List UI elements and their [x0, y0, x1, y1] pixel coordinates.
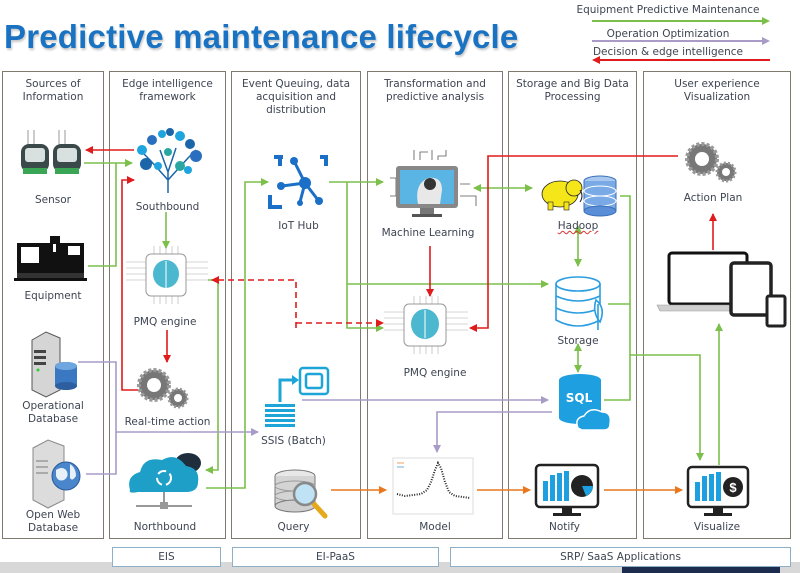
label-ssis-batch: SSIS (Batch): [261, 435, 326, 447]
flow-sql-to-model: [433, 411, 552, 453]
flow-pmq-to-northbound: [205, 279, 219, 474]
flow-pmq-cloud-to-pmq-edge: [211, 276, 297, 328]
footer-ei-paas: EI-PaaS: [232, 547, 439, 567]
flow-openweb-db-to-line: [86, 432, 117, 475]
label-action-plan: Action Plan: [683, 192, 743, 204]
label-model: Model: [419, 521, 451, 533]
flow-sql-to-column: [604, 355, 631, 401]
bottom-dark-strip: [622, 566, 780, 573]
flow-equipment-to-southbound: [88, 163, 117, 267]
label-query: Query: [277, 521, 310, 533]
label-sensor: Sensor: [35, 194, 71, 206]
label-open-web-database: Open Web Database: [25, 509, 81, 534]
flow-iothub-to-pmq-cloud: [346, 182, 384, 332]
label-realtime-action: Real-time action: [124, 416, 211, 428]
label-pmq-engine-edge: PMQ engine: [133, 316, 197, 328]
label-notify: Notify: [548, 521, 581, 533]
label-sql: SQL: [565, 391, 593, 405]
label-equipment: Equipment: [24, 290, 82, 302]
label-operational-database: Operational Database: [22, 400, 84, 425]
label-storage: Storage: [557, 335, 599, 347]
flow-actionplan-to-pmq-cloud: [469, 155, 678, 332]
label-hadoop: Hadoop: [557, 220, 599, 232]
label-southbound: Southbound: [135, 201, 200, 213]
flow-arrows-layer: [78, 146, 723, 494]
footer-eis: EIS: [112, 547, 221, 567]
label-iot-hub: IoT Hub: [278, 220, 319, 232]
label-visualize: Visualize: [693, 521, 741, 533]
label-machine-learning: Machine Learning: [381, 227, 475, 239]
label-northbound: Northbound: [133, 521, 197, 533]
footer-srp-saas: SRP/ SaaS Applications: [450, 547, 791, 567]
label-pmq-engine-cloud: PMQ engine: [403, 367, 467, 379]
flow-hadoop-to-visualize: [620, 195, 704, 461]
